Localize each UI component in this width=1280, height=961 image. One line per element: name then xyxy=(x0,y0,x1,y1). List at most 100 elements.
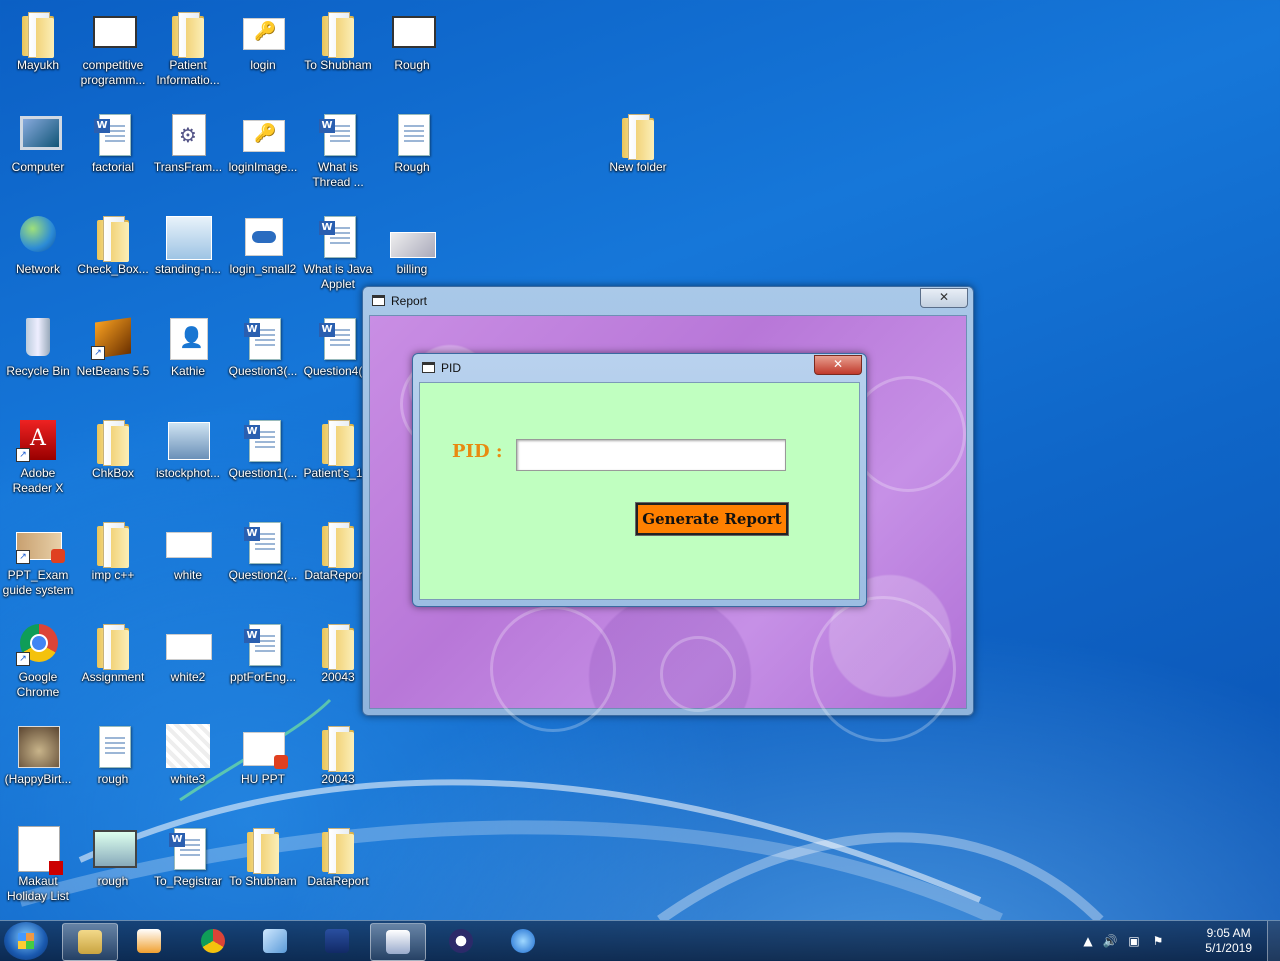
desktop-icon[interactable]: login_small2 xyxy=(225,208,301,308)
icon-glyph xyxy=(18,826,63,875)
taskbar-button[interactable] xyxy=(496,923,550,959)
folder-icon xyxy=(314,8,362,58)
taskbar-button[interactable] xyxy=(310,923,364,959)
desktop-icon[interactable]: factorial xyxy=(75,106,151,206)
recycle-bin-icon xyxy=(14,314,62,362)
desktop-icon[interactable]: Kathie xyxy=(150,310,226,410)
icon-glyph xyxy=(166,724,210,768)
desktop-icon[interactable]: To_Registrar xyxy=(150,820,226,920)
pid-close-button[interactable]: ✕ xyxy=(814,355,862,375)
pid-dialog[interactable]: PID ✕ PID : Generate Report xyxy=(412,353,867,607)
taskbar-button[interactable] xyxy=(248,923,302,959)
desktop-icon[interactable]: PPT_Exam guide system xyxy=(0,514,76,614)
taskbar-button[interactable] xyxy=(122,923,176,959)
desktop-icon[interactable]: Makaut Holiday List xyxy=(0,820,76,920)
desktop-icon-label: (HappyBirt... xyxy=(4,772,72,786)
word-doc-icon xyxy=(239,518,287,566)
desktop-icon[interactable]: (HappyBirt... xyxy=(0,718,76,818)
desktop-icon[interactable]: rough xyxy=(75,820,151,920)
desktop-icon[interactable]: Google Chrome xyxy=(0,616,76,716)
desktop-icon-label: competitive programm... xyxy=(80,58,146,87)
desktop-icon[interactable]: New folder xyxy=(600,106,676,206)
desktop-icon[interactable]: Recycle Bin xyxy=(0,310,76,410)
icon-glyph xyxy=(170,318,208,360)
taskbar-button[interactable] xyxy=(434,923,488,959)
window-icon xyxy=(372,295,385,306)
desktop-icon[interactable]: Rough xyxy=(374,106,450,206)
desktop-icon[interactable]: Question3(... xyxy=(225,310,301,410)
folder-icon xyxy=(314,824,362,874)
notepad-icon xyxy=(263,929,287,953)
zip-folder-icon xyxy=(89,518,137,568)
system-tray: ▲ 🔊 ▣ ⚑ 9:05 AM 5/1/2019 xyxy=(1080,921,1280,961)
desktop-icon[interactable]: Assignment xyxy=(75,616,151,716)
zip-folder-icon xyxy=(89,416,137,466)
eclipse-icon xyxy=(449,929,473,953)
icon-glyph xyxy=(392,16,436,48)
desktop-icon[interactable]: Adobe Reader X xyxy=(0,412,76,512)
desktop-icon[interactable]: Computer xyxy=(0,106,76,206)
desktop-icon[interactable]: Network xyxy=(0,208,76,308)
image-icon xyxy=(14,722,62,770)
desktop-icon[interactable]: loginImage... xyxy=(225,106,301,206)
desktop-icon[interactable]: 20043 xyxy=(300,718,376,818)
desktop-icon[interactable]: To Shubham xyxy=(225,820,301,920)
desktop-icon[interactable]: ChkBox xyxy=(75,412,151,512)
desktop-icon[interactable]: DataReport xyxy=(300,820,376,920)
pid-input[interactable] xyxy=(516,439,786,471)
desktop-icon-label: What is Thread ... xyxy=(312,160,364,189)
zip-folder-icon xyxy=(314,518,362,568)
desktop-icon-label: PPT_Exam guide system xyxy=(2,568,74,597)
network-status-icon[interactable]: ▣ xyxy=(1126,933,1142,949)
icon-glyph xyxy=(622,114,654,160)
taskbar-button[interactable] xyxy=(370,923,426,961)
volume-icon[interactable]: 🔊 xyxy=(1102,933,1118,949)
start-button[interactable] xyxy=(4,922,48,960)
zip-folder-icon xyxy=(314,416,362,466)
desktop-icon[interactable]: What is Thread ... xyxy=(300,106,376,206)
pid-title-bar[interactable]: PID ✕ xyxy=(413,354,866,382)
icon-glyph xyxy=(244,624,281,666)
desktop-icon[interactable]: To Shubham xyxy=(300,4,376,104)
internet-explorer-icon xyxy=(511,929,535,953)
desktop-icon[interactable]: white xyxy=(150,514,226,614)
word-doc-icon xyxy=(314,212,362,260)
desktop-icon-label: Question3(... xyxy=(228,364,298,378)
desktop-icon[interactable]: white3 xyxy=(150,718,226,818)
desktop-icon[interactable]: Question1(... xyxy=(225,412,301,512)
desktop-icon[interactable]: imp c++ xyxy=(75,514,151,614)
desktop-icon[interactable]: Check_Box... xyxy=(75,208,151,308)
generate-report-button[interactable]: Generate Report xyxy=(635,502,789,536)
vb6-report-app-icon xyxy=(386,930,410,954)
image-icon xyxy=(164,416,212,464)
show-desktop-button[interactable] xyxy=(1267,921,1280,961)
icon-glyph xyxy=(322,624,354,670)
desktop-icon[interactable]: HU PPT xyxy=(225,718,301,818)
desktop-icon[interactable]: standing-n... xyxy=(150,208,226,308)
icon-glyph xyxy=(169,828,206,870)
swirl-decoration xyxy=(850,376,966,492)
image-icon xyxy=(239,8,287,56)
desktop-icon-label: factorial xyxy=(91,160,135,174)
clock[interactable]: 9:05 AM 5/1/2019 xyxy=(1205,926,1252,956)
desktop-icon[interactable]: pptForEng... xyxy=(225,616,301,716)
report-close-button[interactable]: ✕ xyxy=(920,288,968,308)
desktop-icon[interactable]: Question2(... xyxy=(225,514,301,614)
show-hidden-icons-icon[interactable]: ▲ xyxy=(1080,933,1096,949)
desktop-icon[interactable]: Rough xyxy=(374,4,450,104)
icon-glyph xyxy=(398,114,430,156)
desktop-icon[interactable]: TransFram... xyxy=(150,106,226,206)
taskbar-button[interactable] xyxy=(62,923,118,961)
action-center-icon[interactable]: ⚑ xyxy=(1150,933,1166,949)
report-title-bar[interactable]: Report ✕ xyxy=(363,287,973,315)
desktop-icon[interactable]: competitive programm... xyxy=(75,4,151,104)
desktop-icon[interactable]: white2 xyxy=(150,616,226,716)
desktop-icon[interactable]: NetBeans 5.5 xyxy=(75,310,151,410)
desktop-icon[interactable]: Mayukh xyxy=(0,4,76,104)
desktop-icon[interactable]: istockphot... xyxy=(150,412,226,512)
desktop-icon-label: imp c++ xyxy=(91,568,135,582)
desktop-icon[interactable]: Patient Informatio... xyxy=(150,4,226,104)
desktop-icon[interactable]: login xyxy=(225,4,301,104)
taskbar-button[interactable] xyxy=(186,923,240,959)
desktop-icon[interactable]: rough xyxy=(75,718,151,818)
